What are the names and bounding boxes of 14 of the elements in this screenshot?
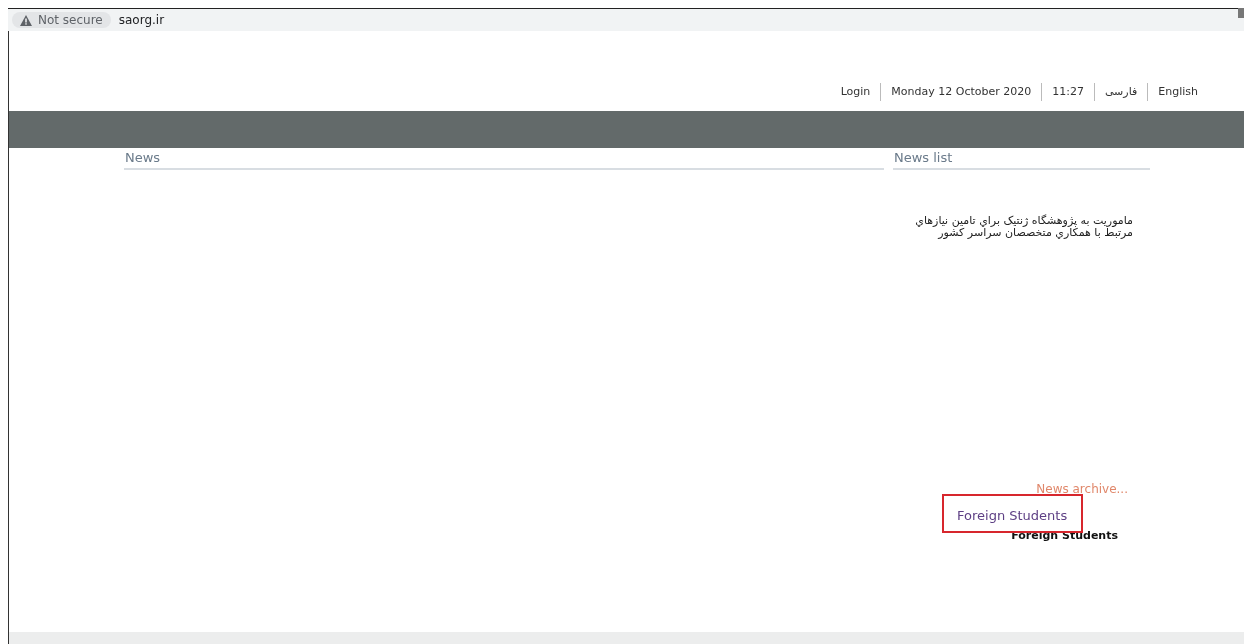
header-link[interactable]: Login: [830, 83, 881, 101]
header-link[interactable]: 11:27: [1041, 83, 1094, 101]
header-link[interactable]: Monday 12 October 2020: [880, 83, 1042, 101]
foreign-students-link[interactable]: Foreign Students: [957, 508, 1150, 523]
security-label: Not secure: [38, 13, 103, 27]
security-chip[interactable]: Not secure: [12, 12, 111, 28]
header-link[interactable]: فارسی: [1093, 83, 1148, 101]
header-link[interactable]: English: [1147, 83, 1208, 101]
news-link[interactable]: ماموريت به پژوهشگاه ژنتيک براي تامين نيازهاي مرتبط با همكاري متخصصان سراسر كشور: [903, 215, 1133, 239]
section-heading: News: [124, 148, 884, 170]
warning-icon: [20, 14, 32, 26]
section-heading: News list: [893, 148, 1150, 170]
address-url[interactable]: saorg.ir: [118, 13, 165, 27]
extension-icon[interactable]: [1238, 8, 1244, 18]
